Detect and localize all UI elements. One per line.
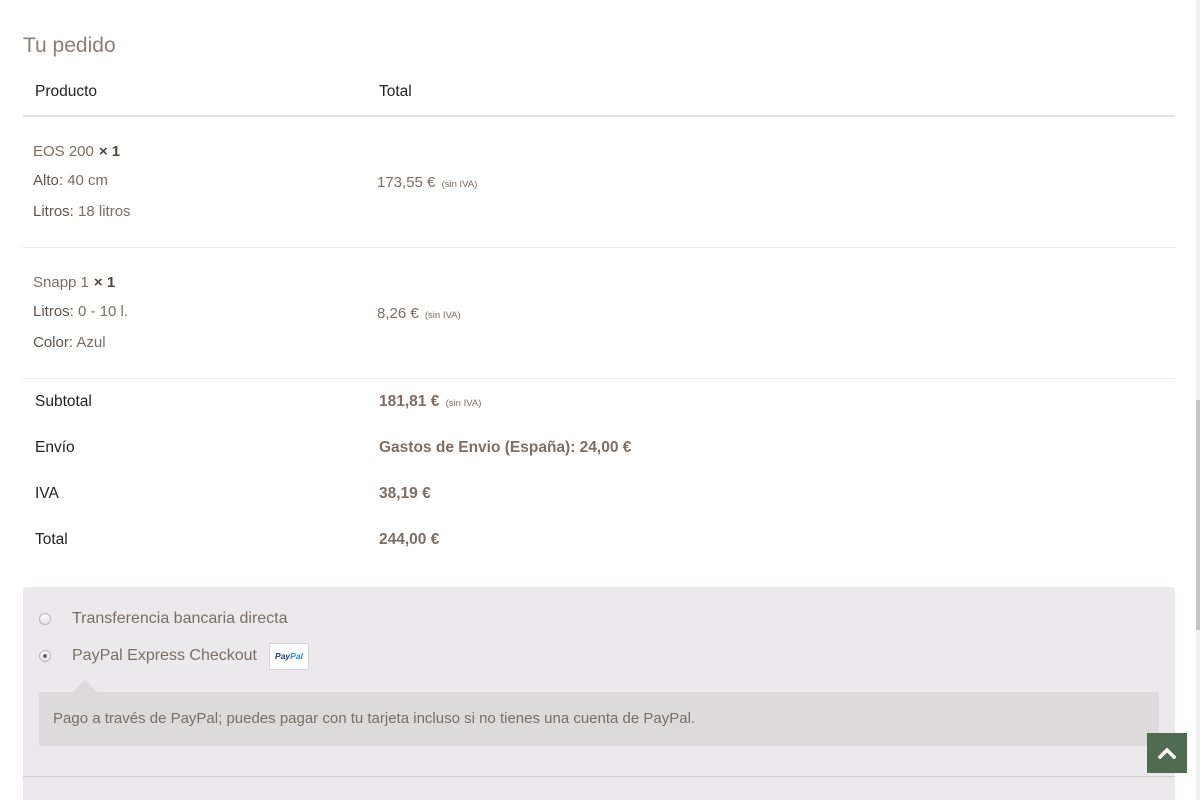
tax-note: (sin IVA) (445, 398, 482, 409)
payment-option-paypal[interactable]: PayPal Express Checkout Pay Pal (39, 642, 309, 670)
order-item-row: Snapp 1 × 1 Litros: 0 - 10 l. Color: Azul… (23, 249, 1175, 379)
divider (23, 776, 1175, 777)
tax-row: IVA 38,19 € (23, 481, 1175, 511)
subtotal-amount: 181,81 € (379, 393, 440, 410)
product-column-header: Producto (35, 83, 98, 100)
radio-icon[interactable] (39, 650, 51, 662)
payment-option-bank-transfer[interactable]: Transferencia bancaria directa (39, 607, 288, 631)
total-value: 244,00 € (379, 531, 440, 548)
payment-methods: Transferencia bancaria directa PayPal Ex… (23, 587, 1175, 800)
attribute-value: Azul (76, 334, 106, 351)
product-name-line: Snapp 1 × 1 (33, 274, 115, 291)
product-name: EOS 200 (33, 143, 94, 160)
tax-note: (sin IVA) (441, 179, 478, 190)
item-price-amount: 8,26 € (377, 305, 419, 322)
shipping-row: Envío Gastos de Envio (España): 24,00 € (23, 435, 1175, 465)
shipping-value: Gastos de Envio (España): 24,00 € (379, 439, 632, 456)
total-row: Total 244,00 € (23, 527, 1175, 557)
attribute-value: 18 litros (78, 203, 131, 220)
product-attribute: Color: Azul (33, 334, 106, 351)
product-attribute: Litros: 18 litros (33, 203, 131, 220)
total-column-header: Total (379, 83, 412, 100)
tax-label: IVA (35, 485, 59, 502)
attribute-label: Litros: (33, 303, 74, 320)
item-price: 173,55 € (sin IVA) (377, 174, 477, 191)
order-table-header: Producto Total (23, 72, 1175, 117)
page-title: Tu pedido (23, 34, 116, 57)
payment-description-box: Pago a través de PayPal; puedes pagar co… (39, 680, 1159, 746)
product-name-line: EOS 200 × 1 (33, 143, 120, 160)
chevron-up-icon (1158, 747, 1176, 759)
attribute-value: 40 cm (67, 172, 109, 189)
payment-description: Pago a través de PayPal; puedes pagar co… (53, 710, 696, 727)
subtotal-value: 181,81 € (sin IVA) (379, 393, 481, 411)
product-attribute: Alto: 40 cm (33, 172, 108, 189)
radio-icon[interactable] (39, 613, 51, 625)
item-price: 8,26 € (sin IVA) (377, 305, 461, 322)
tax-value: 38,19 € (379, 485, 431, 502)
attribute-value: 0 - 10 l. (78, 303, 129, 320)
attribute-label: Alto: (33, 172, 64, 189)
product-quantity: × 1 (93, 274, 116, 291)
order-item-row: EOS 200 × 1 Alto: 40 cm Litros: 18 litros… (23, 118, 1175, 248)
payment-option-label[interactable]: Transferencia bancaria directa (72, 610, 288, 628)
attribute-label: Color: (33, 334, 74, 351)
subtotal-label: Subtotal (35, 393, 92, 410)
scroll-to-top-button[interactable] (1147, 733, 1187, 773)
payment-option-label[interactable]: PayPal Express Checkout (72, 647, 257, 665)
scrollbar-thumb[interactable] (1196, 400, 1200, 630)
paypal-logo-icon: Pay Pal (268, 642, 309, 670)
product-attribute: Litros: 0 - 10 l. (33, 303, 128, 320)
product-quantity: × 1 (98, 143, 121, 160)
tax-note: (sin IVA) (424, 310, 461, 321)
product-name: Snapp 1 (33, 274, 89, 291)
total-label: Total (35, 531, 68, 548)
shipping-label: Envío (35, 439, 75, 456)
attribute-label: Litros: (33, 203, 74, 220)
subtotal-row: Subtotal 181,81 € (sin IVA) (23, 389, 1175, 419)
item-price-amount: 173,55 € (377, 174, 436, 191)
